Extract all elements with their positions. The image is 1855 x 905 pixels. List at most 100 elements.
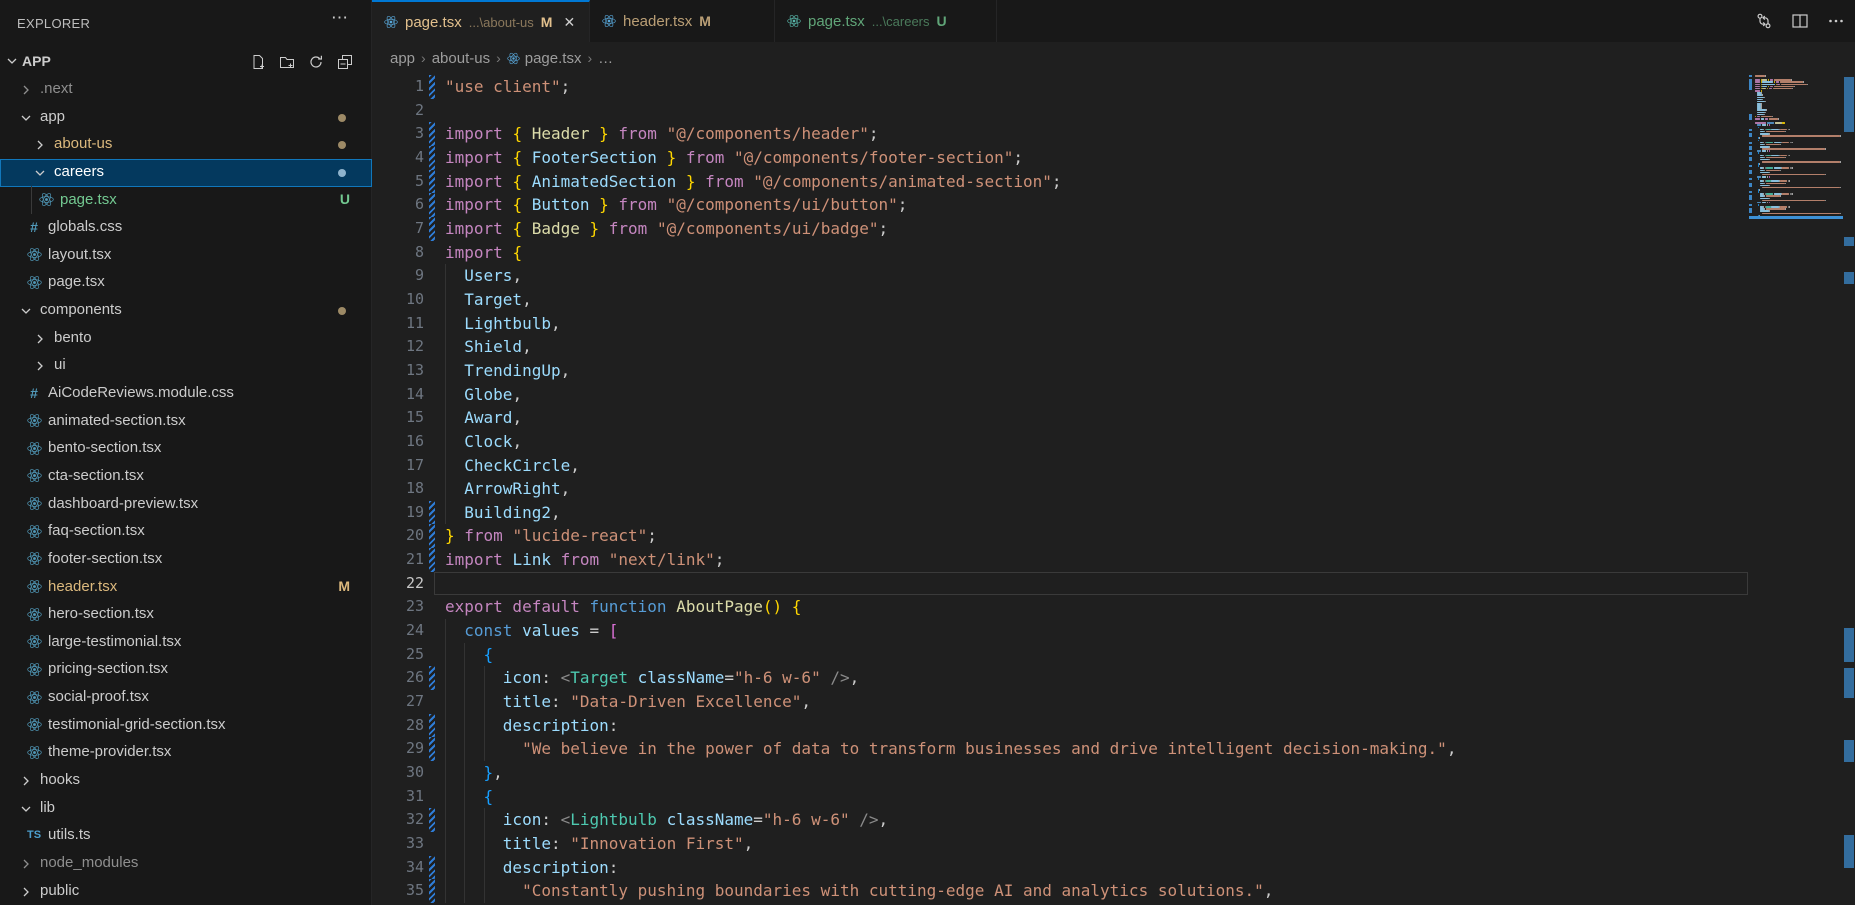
tree-item-globals.css[interactable]: #globals.css xyxy=(0,214,372,242)
breadcrumb-item-app[interactable]: app xyxy=(390,50,415,67)
code-line-23[interactable]: 23export default function AboutPage() { xyxy=(372,595,1749,619)
code-line-13[interactable]: 13 TrendingUp, xyxy=(372,359,1749,383)
tab-label: page.tsx xyxy=(405,14,462,31)
breadcrumb-item-aboutus[interactable]: about-us xyxy=(432,50,490,67)
explorer-section-header[interactable]: APP xyxy=(0,48,371,76)
code-line-32[interactable]: 32 icon: <Lightbulb className="h-6 w-6" … xyxy=(372,808,1749,832)
tree-item-cta-section.tsx[interactable]: cta-section.tsx xyxy=(0,463,372,491)
refresh-button[interactable] xyxy=(306,52,326,72)
close-icon[interactable]: ✕ xyxy=(563,14,575,31)
react-file-icon xyxy=(26,634,42,650)
code-editor[interactable]: 1"use client";23import { Header } from "… xyxy=(372,75,1749,903)
tree-item-hero-section.tsx[interactable]: hero-section.tsx xyxy=(0,601,372,629)
tree-item-careers[interactable]: careers xyxy=(0,159,372,187)
gutter-modified-marker xyxy=(429,879,435,903)
code-line-20[interactable]: 20} from "lucide-react"; xyxy=(372,524,1749,548)
ruler-modified-marker xyxy=(1844,237,1854,246)
tree-item-page.tsx[interactable]: page.tsx xyxy=(0,269,372,297)
tree-item-page.tsx[interactable]: page.tsxU xyxy=(0,187,372,215)
overview-ruler[interactable] xyxy=(1843,0,1855,905)
tab-page-tsx-2[interactable]: page.tsx...\careersU xyxy=(775,0,997,42)
new-file-button[interactable] xyxy=(248,52,268,72)
code-line-3[interactable]: 3import { Header } from "@/components/he… xyxy=(372,122,1749,146)
tree-item-hooks[interactable]: hooks xyxy=(0,767,372,795)
tree-item-animated-section.tsx[interactable]: animated-section.tsx xyxy=(0,408,372,436)
tree-item-utils.ts[interactable]: TSutils.ts xyxy=(0,822,372,850)
breadcrumb-item-[interactable]: … xyxy=(598,50,613,67)
explorer-more-actions-icon[interactable]: ⋯ xyxy=(331,8,349,28)
line-number: 28 xyxy=(372,714,424,738)
tree-item-social-proof.tsx[interactable]: social-proof.tsx xyxy=(0,684,372,712)
code-line-6[interactable]: 6import { Button } from "@/components/ui… xyxy=(372,193,1749,217)
code-line-28[interactable]: 28 description: xyxy=(372,714,1749,738)
code-line-26[interactable]: 26 icon: <Target className="h-6 w-6" />, xyxy=(372,666,1749,690)
tree-item-header.tsx[interactable]: header.tsxM xyxy=(0,574,372,602)
gutter-modified-marker xyxy=(429,217,435,241)
code-line-35[interactable]: 35 "Constantly pushing boundaries with c… xyxy=(372,879,1749,903)
tree-item-pricing-section.tsx[interactable]: pricing-section.tsx xyxy=(0,656,372,684)
code-line-24[interactable]: 24 const values = [ xyxy=(372,619,1749,643)
tree-item-AiCodeReviews.module.css[interactable]: #AiCodeReviews.module.css xyxy=(0,380,372,408)
tree-item-theme-provider.tsx[interactable]: theme-provider.tsx xyxy=(0,739,372,767)
tree-item-about-us[interactable]: about-us xyxy=(0,131,372,159)
code-line-18[interactable]: 18 ArrowRight, xyxy=(372,477,1749,501)
new-folder-button[interactable] xyxy=(277,52,297,72)
code-line-33[interactable]: 33 title: "Innovation First", xyxy=(372,832,1749,856)
line-number: 3 xyxy=(372,122,424,146)
react-icon xyxy=(27,524,42,539)
minimap[interactable] xyxy=(1749,0,1843,905)
tree-item-large-testimonial.tsx[interactable]: large-testimonial.tsx xyxy=(0,629,372,657)
collapse-folders-button[interactable] xyxy=(335,52,355,72)
tree-item-.next[interactable]: .next xyxy=(0,76,372,104)
code-line-10[interactable]: 10 Target, xyxy=(372,288,1749,312)
code-text: const values = [ xyxy=(445,619,618,643)
code-line-5[interactable]: 5import { AnimatedSection } from "@/comp… xyxy=(372,170,1749,194)
ruler-modified-marker xyxy=(1844,740,1854,762)
tab-header-tsx-1[interactable]: header.tsxM xyxy=(590,0,775,42)
tree-item-public[interactable]: public xyxy=(0,878,372,905)
code-line-16[interactable]: 16 Clock, xyxy=(372,430,1749,454)
tree-item-footer-section.tsx[interactable]: footer-section.tsx xyxy=(0,546,372,574)
tree-item-bento[interactable]: bento xyxy=(0,325,372,353)
code-text: description: xyxy=(445,714,618,738)
code-text: "use client"; xyxy=(445,75,570,99)
git-status-badge: M xyxy=(338,578,350,594)
code-line-14[interactable]: 14 Globe, xyxy=(372,383,1749,407)
code-line-7[interactable]: 7import { Badge } from "@/components/ui/… xyxy=(372,217,1749,241)
tree-item-testimonial-grid-section.tsx[interactable]: testimonial-grid-section.tsx xyxy=(0,712,372,740)
code-line-19[interactable]: 19 Building2, xyxy=(372,501,1749,525)
editor-tab-bar: page.tsx...\about-usM✕header.tsxMpage.ts… xyxy=(372,0,1855,42)
tree-item-node-modules[interactable]: node_modules xyxy=(0,850,372,878)
code-line-11[interactable]: 11 Lightbulb, xyxy=(372,312,1749,336)
code-line-21[interactable]: 21import Link from "next/link"; xyxy=(372,548,1749,572)
code-line-30[interactable]: 30 }, xyxy=(372,761,1749,785)
code-line-9[interactable]: 9 Users, xyxy=(372,264,1749,288)
tree-item-layout.tsx[interactable]: layout.tsx xyxy=(0,242,372,270)
code-line-1[interactable]: 1"use client"; xyxy=(372,75,1749,99)
tab-page-tsx-0[interactable]: page.tsx...\about-usM✕ xyxy=(372,0,590,42)
tree-item-faq-section.tsx[interactable]: faq-section.tsx xyxy=(0,518,372,546)
tree-item-app[interactable]: app xyxy=(0,104,372,132)
code-line-4[interactable]: 4import { FooterSection } from "@/compon… xyxy=(372,146,1749,170)
tree-item-bento-section.tsx[interactable]: bento-section.tsx xyxy=(0,435,372,463)
code-line-15[interactable]: 15 Award, xyxy=(372,406,1749,430)
code-line-8[interactable]: 8import { xyxy=(372,241,1749,265)
code-line-31[interactable]: 31 { xyxy=(372,785,1749,809)
react-file-icon xyxy=(26,579,42,595)
tree-item-lib[interactable]: lib xyxy=(0,795,372,823)
code-line-17[interactable]: 17 CheckCircle, xyxy=(372,454,1749,478)
code-line-25[interactable]: 25 { xyxy=(372,643,1749,667)
tree-item-components[interactable]: components xyxy=(0,297,372,325)
breadcrumb-item-pagetsx[interactable]: page.tsx xyxy=(507,50,582,67)
code-line-12[interactable]: 12 Shield, xyxy=(372,335,1749,359)
code-line-34[interactable]: 34 description: xyxy=(372,856,1749,880)
chevron-right-icon xyxy=(18,856,34,872)
code-line-27[interactable]: 27 title: "Data-Driven Excellence", xyxy=(372,690,1749,714)
line-number: 8 xyxy=(372,241,424,265)
tree-item-ui[interactable]: ui xyxy=(0,352,372,380)
code-text: import { Button } from "@/components/ui/… xyxy=(445,193,907,217)
gutter-modified-marker xyxy=(429,714,435,738)
code-line-2[interactable]: 2 xyxy=(372,99,1749,123)
code-line-29[interactable]: 29 "We believe in the power of data to t… xyxy=(372,737,1749,761)
tree-item-dashboard-preview.tsx[interactable]: dashboard-preview.tsx xyxy=(0,491,372,519)
